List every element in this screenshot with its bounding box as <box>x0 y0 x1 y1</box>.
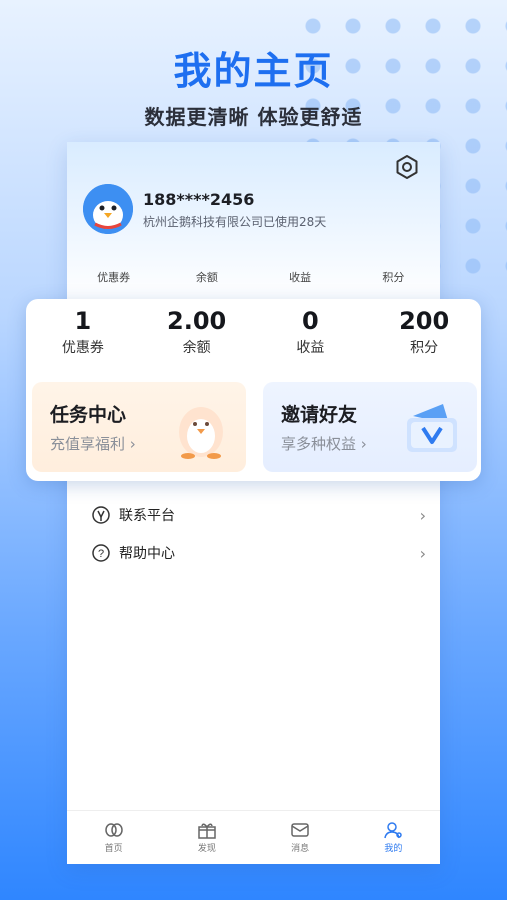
small-stat-label: 余额 <box>195 271 218 284</box>
nav-messages[interactable]: 消息 <box>254 811 347 864</box>
small-stat-label: 收益 <box>289 271 312 284</box>
bottom-nav: 首页 发现 消息 我的 <box>67 810 440 864</box>
task-center-title: 任务中心 <box>50 404 127 426</box>
phone-screen: 188****2456 杭州企鹅科技有限公司已使用28天 优惠券 余额 收益 积… <box>67 142 440 864</box>
penguin-mascot-icon <box>179 407 223 459</box>
chevron-right-icon: › <box>419 543 426 563</box>
invite-friends-title: 邀请好友 <box>281 404 358 426</box>
stat-label: 余额 <box>182 340 211 356</box>
stat-balance[interactable]: 2.00 余额 <box>140 307 254 357</box>
task-center-subtitle: 充值享福利 › <box>50 435 136 453</box>
promo-title: 我的主页 <box>173 49 334 93</box>
nav-discover[interactable]: 发现 <box>160 811 253 864</box>
stat-value: 0 <box>302 307 319 335</box>
stat-value: 1 <box>74 307 92 335</box>
nav-label: 我的 <box>384 844 403 854</box>
small-stats-row: 优惠券 余额 收益 积分 <box>67 269 440 285</box>
nav-label: 消息 <box>291 844 310 854</box>
stat-value: 2.00 <box>167 307 227 335</box>
penguin-avatar-icon <box>83 184 133 234</box>
small-stat-label: 优惠券 <box>97 271 131 284</box>
small-stat-label: 积分 <box>382 271 405 284</box>
gift-icon <box>198 823 216 839</box>
stats-overlay-card: 1 优惠券 2.00 余额 0 收益 200 积分 任务中心 充值享福利 › 邀… <box>26 299 481 481</box>
stat-points[interactable]: 200 积分 <box>367 307 481 357</box>
menu-item-label: 联系平台 <box>119 508 175 524</box>
nav-mine[interactable]: 我的 <box>347 811 440 864</box>
invite-friends-card[interactable]: 邀请好友 享多种权益 › <box>263 382 477 472</box>
menu-item-help[interactable]: ? 帮助中心 › <box>91 541 426 565</box>
user-icon <box>384 822 403 839</box>
help-icon: ? <box>92 544 110 562</box>
nav-label: 首页 <box>104 844 123 854</box>
chevron-right-icon: › <box>419 505 426 525</box>
settings-icon[interactable] <box>394 154 420 180</box>
user-phone: 188****2456 <box>143 190 255 209</box>
envelope-icon <box>407 404 457 452</box>
stat-label: 收益 <box>296 340 325 356</box>
stat-coupons[interactable]: 1 优惠券 <box>26 307 140 357</box>
task-center-card[interactable]: 任务中心 充值享福利 › <box>32 382 246 472</box>
promo-header: 我的主页 数据更清晰 体验更舒适 <box>0 40 507 130</box>
stat-earnings[interactable]: 0 收益 <box>254 307 368 357</box>
stat-value: 200 <box>399 307 450 335</box>
stat-label: 积分 <box>410 340 439 356</box>
menu-item-label: 帮助中心 <box>119 546 175 562</box>
stat-label: 优惠券 <box>61 340 104 356</box>
nav-home[interactable]: 首页 <box>67 811 160 864</box>
contact-icon <box>92 506 110 524</box>
nav-label: 发现 <box>197 844 216 854</box>
avatar[interactable] <box>83 184 133 234</box>
promo-subtitle: 数据更清晰 体验更舒适 <box>144 105 363 129</box>
message-icon <box>291 823 309 837</box>
svg-text:?: ? <box>98 548 104 560</box>
invite-friends-subtitle: 享多种权益 › <box>281 435 367 453</box>
menu-item-contact[interactable]: 联系平台 › <box>91 503 426 527</box>
stats-row: 1 优惠券 2.00 余额 0 收益 200 积分 <box>26 307 481 357</box>
home-icon <box>104 823 123 837</box>
company-usage: 杭州企鹅科技有限公司已使用28天 <box>143 215 327 229</box>
